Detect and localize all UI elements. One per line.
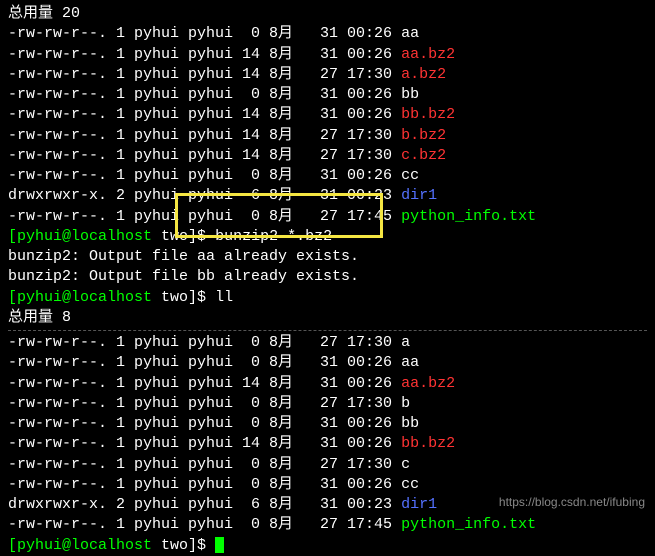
file-row: -rw-rw-r--. 1 pyhui pyhui 0 8月 27 17:30 … [8,333,647,353]
file-name: c.bz2 [401,147,446,164]
file-row: -rw-rw-r--. 1 pyhui pyhui 14 8月 27 17:30… [8,126,647,146]
file-name: cc [401,167,419,184]
file-row: -rw-rw-r--. 1 pyhui pyhui 14 8月 31 00:26… [8,374,647,394]
file-name: bb.bz2 [401,435,455,452]
file-row: drwxrwxr-x. 2 pyhui pyhui 6 8月 31 00:23 … [8,186,647,206]
file-name: a [401,334,410,351]
file-name: b [401,395,410,412]
totals-line: 总用量 20 [8,4,647,24]
file-row: -rw-rw-r--. 1 pyhui pyhui 14 8月 27 17:30… [8,146,647,166]
file-row: -rw-rw-r--. 1 pyhui pyhui 0 8月 27 17:45 … [8,515,647,535]
totals-line: 总用量 8 [8,308,647,328]
file-name: cc [401,476,419,493]
file-name: python_info.txt [401,516,536,533]
file-name: python_info.txt [401,208,536,225]
command-text: bunzip2 *.bz2 [215,228,332,245]
file-row: -rw-rw-r--. 1 pyhui pyhui 0 8月 31 00:26 … [8,414,647,434]
file-row: -rw-rw-r--. 1 pyhui pyhui 14 8月 31 00:26… [8,105,647,125]
prompt-line: [pyhui@localhost two]$ ll [8,288,647,308]
file-name: aa.bz2 [401,375,455,392]
file-row: -rw-rw-r--. 1 pyhui pyhui 0 8月 31 00:26 … [8,166,647,186]
file-row: -rw-rw-r--. 1 pyhui pyhui 14 8月 27 17:30… [8,65,647,85]
file-name: aa [401,25,419,42]
file-name: dir1 [401,496,437,513]
file-row: -rw-rw-r--. 1 pyhui pyhui 14 8月 31 00:26… [8,45,647,65]
file-name: bb [401,86,419,103]
output-line: bunzip2: Output file aa already exists. [8,247,647,267]
output-line: bunzip2: Output file bb already exists. [8,267,647,287]
file-name: bb [401,415,419,432]
watermark-text: https://blog.csdn.net/ifubing [499,494,645,510]
file-name: b.bz2 [401,127,446,144]
file-name: dir1 [401,187,437,204]
file-row: -rw-rw-r--. 1 pyhui pyhui 0 8月 31 00:26 … [8,475,647,495]
prompt-line[interactable]: [pyhui@localhost two]$ [8,536,647,556]
file-row: -rw-rw-r--. 1 pyhui pyhui 0 8月 27 17:45 … [8,207,647,227]
file-row: -rw-rw-r--. 1 pyhui pyhui 0 8月 31 00:26 … [8,24,647,44]
file-name: aa.bz2 [401,46,455,63]
file-row: -rw-rw-r--. 1 pyhui pyhui 14 8月 31 00:26… [8,434,647,454]
file-name: aa [401,354,419,371]
file-name: a.bz2 [401,66,446,83]
command-text: ll [215,289,233,306]
file-name: bb.bz2 [401,106,455,123]
cursor-icon [215,537,224,553]
file-row: -rw-rw-r--. 1 pyhui pyhui 0 8月 27 17:30 … [8,455,647,475]
file-row: -rw-rw-r--. 1 pyhui pyhui 0 8月 27 17:30 … [8,394,647,414]
file-row: -rw-rw-r--. 1 pyhui pyhui 0 8月 31 00:26 … [8,353,647,373]
file-row: -rw-rw-r--. 1 pyhui pyhui 0 8月 31 00:26 … [8,85,647,105]
terminal-output[interactable]: 总用量 20 -rw-rw-r--. 1 pyhui pyhui 0 8月 31… [8,4,647,556]
prompt-line: [pyhui@localhost two]$ bunzip2 *.bz2 [8,227,647,247]
file-name: c [401,456,410,473]
